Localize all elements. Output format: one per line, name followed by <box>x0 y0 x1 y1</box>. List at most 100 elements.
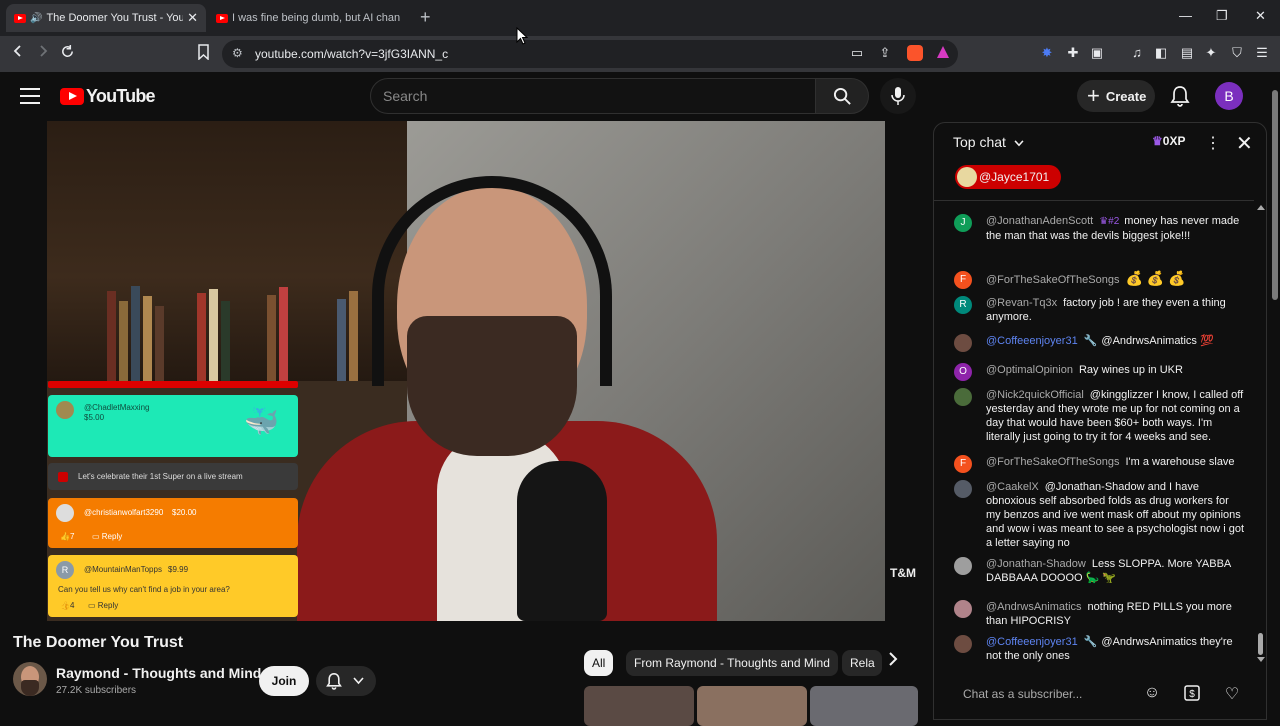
create-button[interactable]: + Create <box>1077 80 1155 112</box>
related-video-thumbnail[interactable] <box>810 686 918 726</box>
chat-author[interactable]: @ForTheSakeOfTheSongs <box>986 274 1119 286</box>
heart-icon[interactable]: ♡ <box>1222 684 1242 704</box>
xp-badge[interactable]: ♛0XP <box>1152 134 1185 148</box>
chat-avatar: R <box>954 296 972 314</box>
brave-shields-icon[interactable] <box>907 45 923 61</box>
leo-ai-icon[interactable]: ✦ <box>1203 45 1219 61</box>
chat-message[interactable]: @Nick2quickOfficial @kingglizzer I know, … <box>954 388 1246 444</box>
subscription-notifications-button[interactable] <box>316 666 376 696</box>
chat-message[interactable]: @Coffeeenjoyer31 🔧 @AndrwsAnimatics 💯 <box>954 334 1246 352</box>
related-video-thumbnail[interactable] <box>697 686 807 726</box>
chat-author[interactable]: @CaakelX <box>986 481 1039 493</box>
chat-avatar: O <box>954 363 972 381</box>
channel-avatar[interactable] <box>13 662 47 696</box>
chat-author[interactable]: @Nick2quickOfficial <box>986 389 1084 401</box>
chat-message[interactable]: R @Revan-Tq3x factory job ! are they even… <box>954 296 1246 324</box>
browser-tab[interactable]: I was fine being dumb, but AI changed <box>208 4 408 32</box>
extension-icon[interactable]: ✸ <box>1039 45 1055 61</box>
search-input[interactable] <box>371 79 815 113</box>
chat-author[interactable]: @Coffeeenjoyer31 <box>986 636 1078 648</box>
audio-icon[interactable]: 🔊 <box>30 13 42 24</box>
microphone-icon <box>891 87 905 105</box>
chat-author[interactable]: @ForTheSakeOfTheSongs <box>986 456 1119 468</box>
search-button[interactable] <box>815 78 869 114</box>
new-tab-icon[interactable]: + <box>420 7 431 28</box>
minimize-icon[interactable]: — <box>1179 8 1192 23</box>
cast-icon[interactable]: ▭ <box>849 45 865 61</box>
puzzle-icon[interactable]: ✚ <box>1065 45 1081 61</box>
subscriber-count: 27.2K subscribers <box>56 685 137 696</box>
chat-avatar <box>954 388 972 406</box>
sidebar-icon[interactable]: ◧ <box>1153 45 1169 61</box>
maximize-icon[interactable]: ❐ <box>1216 8 1228 24</box>
bookmark-icon[interactable] <box>197 44 210 64</box>
page-scrollbar[interactable] <box>1270 72 1280 720</box>
youtube-play-icon <box>60 88 84 105</box>
search-icon <box>833 87 851 105</box>
chat-message[interactable]: F @ForTheSakeOfTheSongs I'm a warehouse s… <box>954 455 1246 473</box>
chat-author[interactable]: @Jonathan-Shadow <box>986 558 1086 570</box>
join-button[interactable]: Join <box>259 666 309 696</box>
media-icon[interactable]: ♫ <box>1129 45 1145 61</box>
notifications-bell-icon[interactable] <box>1170 85 1190 107</box>
superchat-banner: Let's celebrate their 1st Super on a liv… <box>48 463 298 490</box>
chip-related[interactable]: Rela <box>842 650 882 676</box>
reload-icon[interactable] <box>60 44 75 63</box>
chat-author[interactable]: @Coffeeenjoyer31 <box>986 335 1078 347</box>
more-options-icon[interactable]: ⋮ <box>1205 133 1221 153</box>
superchat-avatar <box>56 504 74 522</box>
superchat-reply: ▭ Reply <box>88 601 119 610</box>
close-chat-icon[interactable]: ✕ <box>1236 131 1253 156</box>
chip-all[interactable]: All <box>584 650 614 676</box>
chip-from-channel[interactable]: From Raymond - Thoughts and Mind <box>626 650 838 676</box>
channel-watermark[interactable]: T&M <box>890 567 916 579</box>
chat-mode-label: Top chat <box>953 134 1006 150</box>
pinned-supporter-ticker[interactable]: @Jayce1701 <box>955 165 1061 189</box>
youtube-logo[interactable]: YouTube <box>60 86 156 107</box>
back-icon[interactable] <box>11 44 25 62</box>
tab-close-icon[interactable]: ✕ <box>187 10 198 26</box>
chat-avatar <box>954 557 972 575</box>
voice-search-button[interactable] <box>880 78 916 114</box>
share-icon[interactable]: ⇪ <box>877 45 893 61</box>
forward-icon[interactable] <box>36 44 50 62</box>
browser-tab-active[interactable]: 🔊 The Doomer You Trust - YouTube ✕ <box>6 4 206 32</box>
related-video-thumbnail[interactable] <box>584 686 694 726</box>
emoji-icon[interactable]: ☺ <box>1142 684 1162 704</box>
chat-avatar <box>954 334 972 352</box>
chat-message-list: J @JonathanAdenScott ♛#2 money has never m… <box>934 200 1254 668</box>
chat-author[interactable]: @OptimalOpinion <box>986 364 1073 376</box>
url-text: youtube.com/watch?v=3jfG3IANN_c <box>255 47 449 61</box>
hamburger-menu-icon[interactable] <box>20 88 40 104</box>
chat-avatar: F <box>954 455 972 473</box>
chat-message[interactable]: @AndrwsAnimatics nothing RED PILLS you mo… <box>954 600 1246 628</box>
chat-input[interactable]: Chat as a subscriber... <box>950 680 1140 708</box>
account-avatar[interactable]: B <box>1215 82 1243 110</box>
chat-author[interactable]: @Revan-Tq3x <box>986 297 1057 309</box>
chat-message[interactable]: @Coffeeenjoyer31 🔧 @AndrwsAnimatics they'r… <box>954 635 1246 663</box>
superchat-avatar: R <box>56 561 74 579</box>
chat-message[interactable]: @CaakelX @Jonathan-Shadow and I have obno… <box>954 480 1246 550</box>
chat-scrollbar[interactable] <box>1257 205 1265 665</box>
site-info-icon[interactable]: ⚙ <box>232 46 243 60</box>
chat-author[interactable]: @JonathanAdenScott <box>986 215 1093 227</box>
chat-message[interactable]: @Jonathan-Shadow Less SLOPPA. More YABBA … <box>954 557 1246 585</box>
tab-icon[interactable]: ▤ <box>1179 45 1195 61</box>
superchat-card: @ChadletMaxxing $5.00 🐳 <box>48 395 298 457</box>
vpn-icon[interactable]: ⛉ <box>1229 45 1245 61</box>
wallet-icon[interactable]: ▣ <box>1089 45 1105 61</box>
chat-message[interactable]: F @ForTheSakeOfTheSongs 💰 💰 💰 <box>954 271 1246 289</box>
chat-message[interactable]: O @OptimalOpinion Ray wines up in UKR <box>954 363 1246 381</box>
brave-rewards-icon[interactable] <box>935 45 951 61</box>
address-bar[interactable]: ⚙ youtube.com/watch?v=3jfG3IANN_c <box>222 40 958 68</box>
window-close-icon[interactable]: ✕ <box>1255 8 1266 24</box>
channel-name[interactable]: Raymond - Thoughts and Mind <box>56 665 261 681</box>
search-box <box>370 78 816 114</box>
browser-menu-icon[interactable]: ☰ <box>1254 45 1270 61</box>
super-chat-icon[interactable]: $ <box>1182 684 1202 704</box>
chevron-right-icon[interactable] <box>888 652 898 671</box>
chat-mode-dropdown[interactable]: Top chat <box>953 134 1024 150</box>
chat-author[interactable]: @AndrwsAnimatics <box>986 601 1082 613</box>
superchat-message: Can you tell us why can't find a job in … <box>58 585 230 594</box>
chat-message[interactable]: J @JonathanAdenScott ♛#2 money has never m… <box>954 214 1246 243</box>
